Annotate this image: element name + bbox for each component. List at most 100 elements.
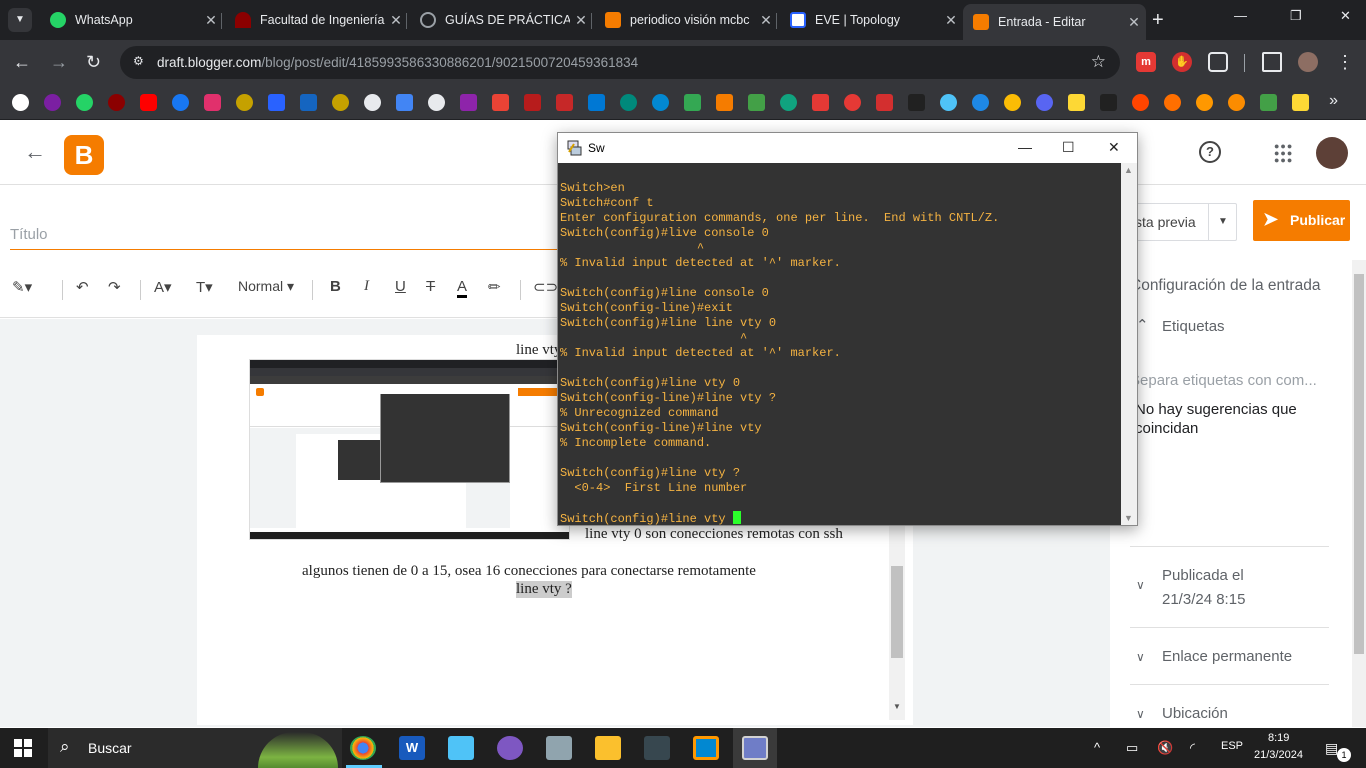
windows-start-icon[interactable] bbox=[14, 739, 32, 757]
app-icon[interactable] bbox=[448, 736, 474, 760]
terminal-titlebar[interactable]: Sw — ☐ ✕ bbox=[558, 133, 1137, 163]
bookmark-icon[interactable] bbox=[332, 94, 349, 111]
bookmark-discord-icon[interactable] bbox=[1036, 94, 1053, 111]
battery-icon[interactable]: ▭ bbox=[1126, 740, 1138, 756]
undo-icon[interactable]: ↶ bbox=[76, 278, 89, 296]
tab-search-button[interactable]: ▼ bbox=[8, 8, 32, 32]
app-icon[interactable] bbox=[546, 736, 572, 760]
bookmark-google-icon[interactable] bbox=[1004, 94, 1021, 111]
bookmark-outlook-icon[interactable] bbox=[588, 94, 605, 111]
bookmark-icon[interactable] bbox=[876, 94, 893, 111]
maximize-button[interactable]: ☐ bbox=[1062, 139, 1075, 156]
bookmark-icon[interactable] bbox=[1164, 94, 1181, 111]
labels-section-title[interactable]: Etiquetas bbox=[1162, 318, 1225, 335]
link-icon[interactable]: ⊂⊃ bbox=[533, 278, 558, 296]
strikethrough-icon[interactable]: T bbox=[426, 278, 435, 295]
tab-entrada-editar[interactable]: Entrada - Editar ✕ bbox=[963, 4, 1146, 40]
font-size-icon[interactable]: T▾ bbox=[196, 278, 213, 296]
bookmark-reddit-icon[interactable] bbox=[1132, 94, 1149, 111]
extension-icon[interactable]: m bbox=[1136, 52, 1156, 72]
volume-icon[interactable]: 🔇 bbox=[1157, 740, 1173, 756]
bookmark-icon[interactable] bbox=[780, 94, 797, 111]
bookmark-icon[interactable] bbox=[428, 94, 445, 111]
bookmark-icon[interactable] bbox=[1068, 94, 1085, 111]
underline-icon[interactable]: U bbox=[395, 278, 406, 295]
clock-date[interactable]: 21/3/2024 bbox=[1254, 749, 1303, 761]
format-dropdown[interactable]: Normal ▾ bbox=[238, 278, 294, 295]
text-color-icon[interactable]: A bbox=[457, 278, 468, 298]
bold-icon[interactable]: B bbox=[330, 278, 341, 295]
close-button[interactable]: ✕ bbox=[1108, 139, 1120, 156]
editor-scrollbar-thumb[interactable] bbox=[891, 566, 903, 658]
tab-whatsapp[interactable]: WhatsApp ✕ bbox=[40, 6, 223, 34]
bookmark-icon[interactable] bbox=[972, 94, 989, 111]
publish-button[interactable]: ➤ Publicar bbox=[1253, 200, 1350, 241]
close-window-button[interactable]: ✕ bbox=[1340, 8, 1351, 24]
sidebar-scrollbar-thumb[interactable] bbox=[1354, 274, 1364, 654]
more-bookmarks-icon[interactable]: » bbox=[1329, 92, 1338, 110]
clock-time[interactable]: 8:19 bbox=[1268, 732, 1289, 744]
bookmark-icon[interactable] bbox=[940, 94, 957, 111]
paint-icon[interactable] bbox=[497, 736, 523, 760]
tray-chevron-icon[interactable]: ^ bbox=[1094, 740, 1100, 755]
file-explorer-icon[interactable] bbox=[595, 736, 621, 760]
terminal-scrollbar[interactable]: ▲ ▼ bbox=[1121, 163, 1137, 525]
chrome-menu-icon[interactable]: ⋮ bbox=[1336, 52, 1354, 72]
bookmark-icon[interactable] bbox=[1292, 94, 1309, 111]
bookmark-heart-icon[interactable] bbox=[844, 94, 861, 111]
bookmark-eve-icon[interactable] bbox=[300, 94, 317, 111]
bookmark-youtube-icon[interactable] bbox=[140, 94, 157, 111]
italic-icon[interactable]: I bbox=[364, 278, 369, 295]
profile-avatar[interactable] bbox=[1298, 52, 1318, 72]
back-arrow-icon[interactable]: ← bbox=[24, 139, 46, 165]
bookmark-icon[interactable] bbox=[44, 94, 61, 111]
wifi-icon[interactable]: ◜ bbox=[1190, 740, 1195, 756]
close-tab-icon[interactable]: ✕ bbox=[388, 6, 404, 34]
bookmark-icon[interactable] bbox=[908, 94, 925, 111]
language-indicator[interactable]: ESP bbox=[1221, 740, 1243, 752]
compose-mode-icon[interactable]: ✎▾ bbox=[12, 278, 32, 296]
bookmark-onedrive-icon[interactable] bbox=[652, 94, 669, 111]
new-tab-button[interactable]: + bbox=[1152, 6, 1164, 34]
url-text[interactable]: draft.blogger.com/blog/post/edit/4185993… bbox=[157, 55, 638, 70]
taskbar-search[interactable]: ⌕ Buscar bbox=[48, 728, 342, 768]
bookmark-facebook-icon[interactable] bbox=[172, 94, 189, 111]
bookmark-whatsapp-icon[interactable] bbox=[76, 94, 93, 111]
bookmark-star-icon[interactable]: ☆ bbox=[1091, 52, 1106, 72]
highlight-icon[interactable]: ✏ bbox=[488, 278, 501, 296]
app-icon[interactable] bbox=[644, 736, 670, 760]
bookmark-icon[interactable] bbox=[12, 94, 29, 111]
close-tab-icon[interactable]: ✕ bbox=[943, 6, 959, 34]
bookmark-icon[interactable] bbox=[236, 94, 253, 111]
back-button[interactable]: ← bbox=[13, 52, 31, 72]
tab-periodico[interactable]: periodico visión mcbc ✕ bbox=[595, 6, 778, 34]
bookmark-icon[interactable] bbox=[812, 94, 829, 111]
help-icon[interactable]: ? bbox=[1199, 141, 1221, 163]
extensions-puzzle-icon[interactable] bbox=[1208, 52, 1228, 72]
bookmark-translate-icon[interactable] bbox=[396, 94, 413, 111]
chevron-down-icon[interactable]: ▼ bbox=[1208, 204, 1237, 240]
bookmark-instagram-icon[interactable] bbox=[204, 94, 221, 111]
labels-input[interactable]: Separa etiquetas con com... bbox=[1130, 372, 1317, 389]
close-tab-icon[interactable]: ✕ bbox=[203, 6, 219, 34]
bookmark-icon[interactable] bbox=[620, 94, 637, 111]
bookmark-drive-icon[interactable] bbox=[684, 94, 701, 111]
bookmark-icon[interactable] bbox=[1260, 94, 1277, 111]
blogger-logo[interactable]: B bbox=[64, 135, 104, 175]
bookmark-icon[interactable] bbox=[1196, 94, 1213, 111]
chevron-down-icon[interactable]: ∨ bbox=[1136, 650, 1145, 664]
minimize-window-button[interactable]: — bbox=[1234, 8, 1247, 23]
reload-button[interactable]: ↻ bbox=[86, 52, 101, 72]
close-tab-icon[interactable]: ✕ bbox=[758, 6, 774, 34]
bookmark-gmail-icon[interactable] bbox=[492, 94, 509, 111]
apps-grid-icon[interactable]: ●●● ●●● ●●● bbox=[1274, 142, 1294, 165]
scroll-down-arrow[interactable]: ▼ bbox=[893, 702, 901, 711]
chrome-icon[interactable] bbox=[350, 736, 376, 760]
bookmark-icon[interactable] bbox=[524, 94, 541, 111]
bookmark-icon[interactable] bbox=[748, 94, 765, 111]
permalink-label[interactable]: Enlace permanente bbox=[1162, 648, 1292, 665]
extension-icon[interactable]: ✋ bbox=[1172, 52, 1192, 72]
redo-icon[interactable]: ↷ bbox=[108, 278, 121, 296]
word-icon[interactable]: W bbox=[399, 736, 425, 760]
published-label[interactable]: Publicada el bbox=[1162, 567, 1244, 584]
